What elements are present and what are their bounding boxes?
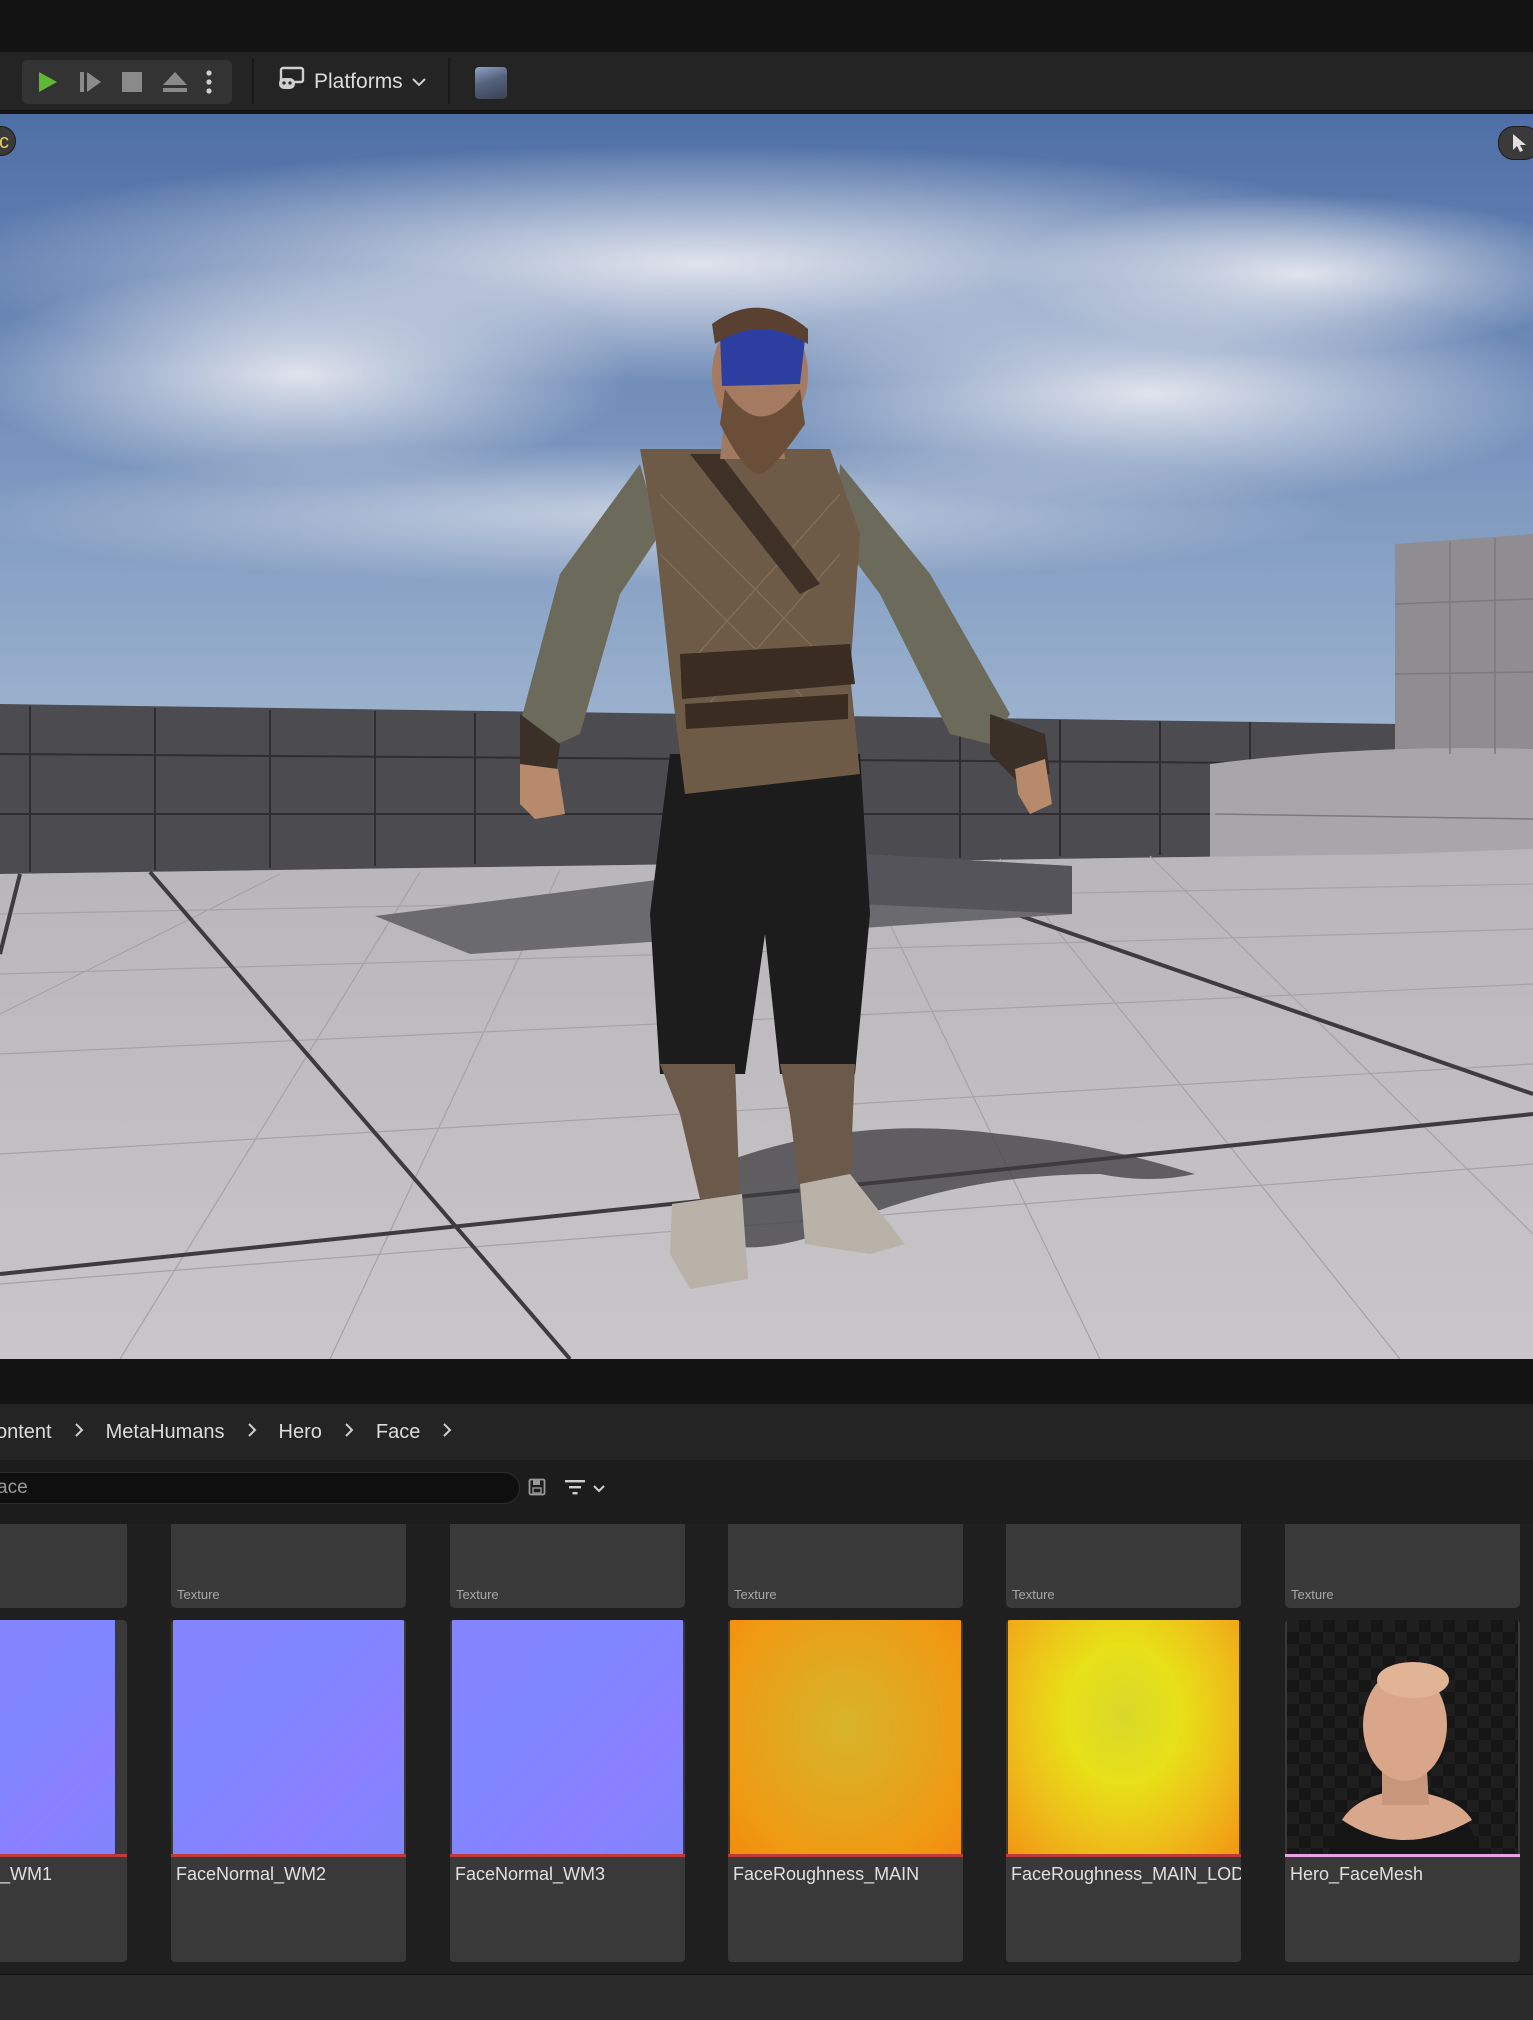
more-vertical-icon[interactable] <box>194 60 224 104</box>
breadcrumb-item-hero[interactable]: Hero <box>279 1421 322 1444</box>
asset-type-bar <box>1006 1854 1241 1857</box>
mesh-thumbnail <box>1287 1620 1518 1856</box>
breadcrumb-item-face[interactable]: Face <box>376 1421 420 1444</box>
panel-tab-strip <box>0 1359 1533 1404</box>
normal-map-thumbnail <box>0 1620 115 1856</box>
breadcrumb-item-metahumans[interactable]: MetaHumans <box>106 1421 225 1444</box>
asset-name: FaceNormal_WM3 <box>455 1864 606 1884</box>
asset-type-label: Texture <box>734 1587 777 1602</box>
character-thumbnail-button[interactable] <box>475 67 507 99</box>
asset-tile[interactable]: FaceRoughness_MAIN <box>728 1620 963 1962</box>
asset-type-label: Texture <box>456 1587 499 1602</box>
chevron-right-icon[interactable] <box>74 1421 84 1444</box>
asset-type-bar <box>728 1854 963 1857</box>
asset-tile[interactable]: FaceNormal_WM3 <box>450 1620 685 1962</box>
play-icon[interactable] <box>27 60 67 104</box>
filter-dropdown[interactable] <box>564 1478 606 1501</box>
asset-type-label: Texture <box>1012 1587 1055 1602</box>
search-input[interactable]: ace <box>0 1472 520 1504</box>
asset-tile[interactable]: _WM1 <box>0 1620 127 1962</box>
asset-tile[interactable]: FaceNormal_WM2 <box>171 1620 406 1962</box>
asset-tile-partial[interactable] <box>0 1524 127 1608</box>
toolbar-divider <box>448 58 450 104</box>
roughness-map-thumbnail <box>730 1620 961 1856</box>
asset-type-bar <box>450 1854 685 1857</box>
select-mode-button[interactable] <box>1498 126 1533 160</box>
asset-name: Hero_FaceMesh <box>1290 1864 1424 1884</box>
normal-map-thumbnail <box>173 1620 404 1856</box>
asset-tile-partial[interactable]: Texture <box>1285 1524 1520 1608</box>
gamepad-icon <box>278 66 306 98</box>
asset-type-bar <box>1285 1854 1520 1857</box>
eject-icon[interactable] <box>155 60 195 104</box>
filter-icon <box>564 1478 586 1501</box>
toolbar-divider <box>252 58 254 104</box>
stop-icon[interactable] <box>112 60 152 104</box>
asset-name: FaceNormal_WM2 <box>176 1864 327 1884</box>
viewport-scene <box>0 114 1533 1359</box>
asset-tile-partial[interactable]: Texture <box>450 1524 685 1608</box>
asset-tile-partial[interactable]: Texture <box>171 1524 406 1608</box>
play-controls <box>22 60 232 104</box>
asset-type-bar <box>171 1854 406 1857</box>
normal-map-thumbnail <box>452 1620 683 1856</box>
breadcrumb: ontent MetaHumans Hero Face <box>0 1404 1533 1460</box>
face-mesh-preview <box>1327 1662 1482 1856</box>
asset-name: FaceRoughness_MAIN_LOD <box>1011 1864 1241 1884</box>
step-icon[interactable] <box>70 60 110 104</box>
asset-tile[interactable]: FaceRoughness_MAIN_LOD <box>1006 1620 1241 1962</box>
platforms-dropdown[interactable]: Platforms <box>278 62 427 102</box>
asset-type-bar <box>0 1854 127 1857</box>
asset-name: FaceRoughness_MAIN <box>733 1864 920 1884</box>
asset-tile[interactable]: Hero_FaceMesh <box>1285 1620 1520 1962</box>
save-search-icon[interactable] <box>528 1478 546 1501</box>
breadcrumb-item-content[interactable]: ontent <box>0 1421 52 1444</box>
platforms-label: Platforms <box>314 70 403 93</box>
cursor-icon <box>1509 132 1529 159</box>
level-viewport[interactable] <box>0 114 1533 1359</box>
asset-tile-partial[interactable]: Texture <box>728 1524 963 1608</box>
asset-tile-partial[interactable]: Texture <box>1006 1524 1241 1608</box>
chevron-right-icon[interactable] <box>442 1421 452 1444</box>
chevron-right-icon[interactable] <box>344 1421 354 1444</box>
title-bar <box>0 0 1533 52</box>
chevron-right-icon[interactable] <box>247 1421 257 1444</box>
chevron-down-icon <box>592 1481 606 1499</box>
asset-type-label: Texture <box>1291 1587 1334 1602</box>
asset-type-label: Texture <box>177 1587 220 1602</box>
chevron-down-icon <box>411 70 427 94</box>
roughness-map-thumbnail <box>1008 1620 1239 1856</box>
asset-name: _WM1 <box>0 1864 53 1884</box>
status-bar <box>0 1974 1533 2020</box>
